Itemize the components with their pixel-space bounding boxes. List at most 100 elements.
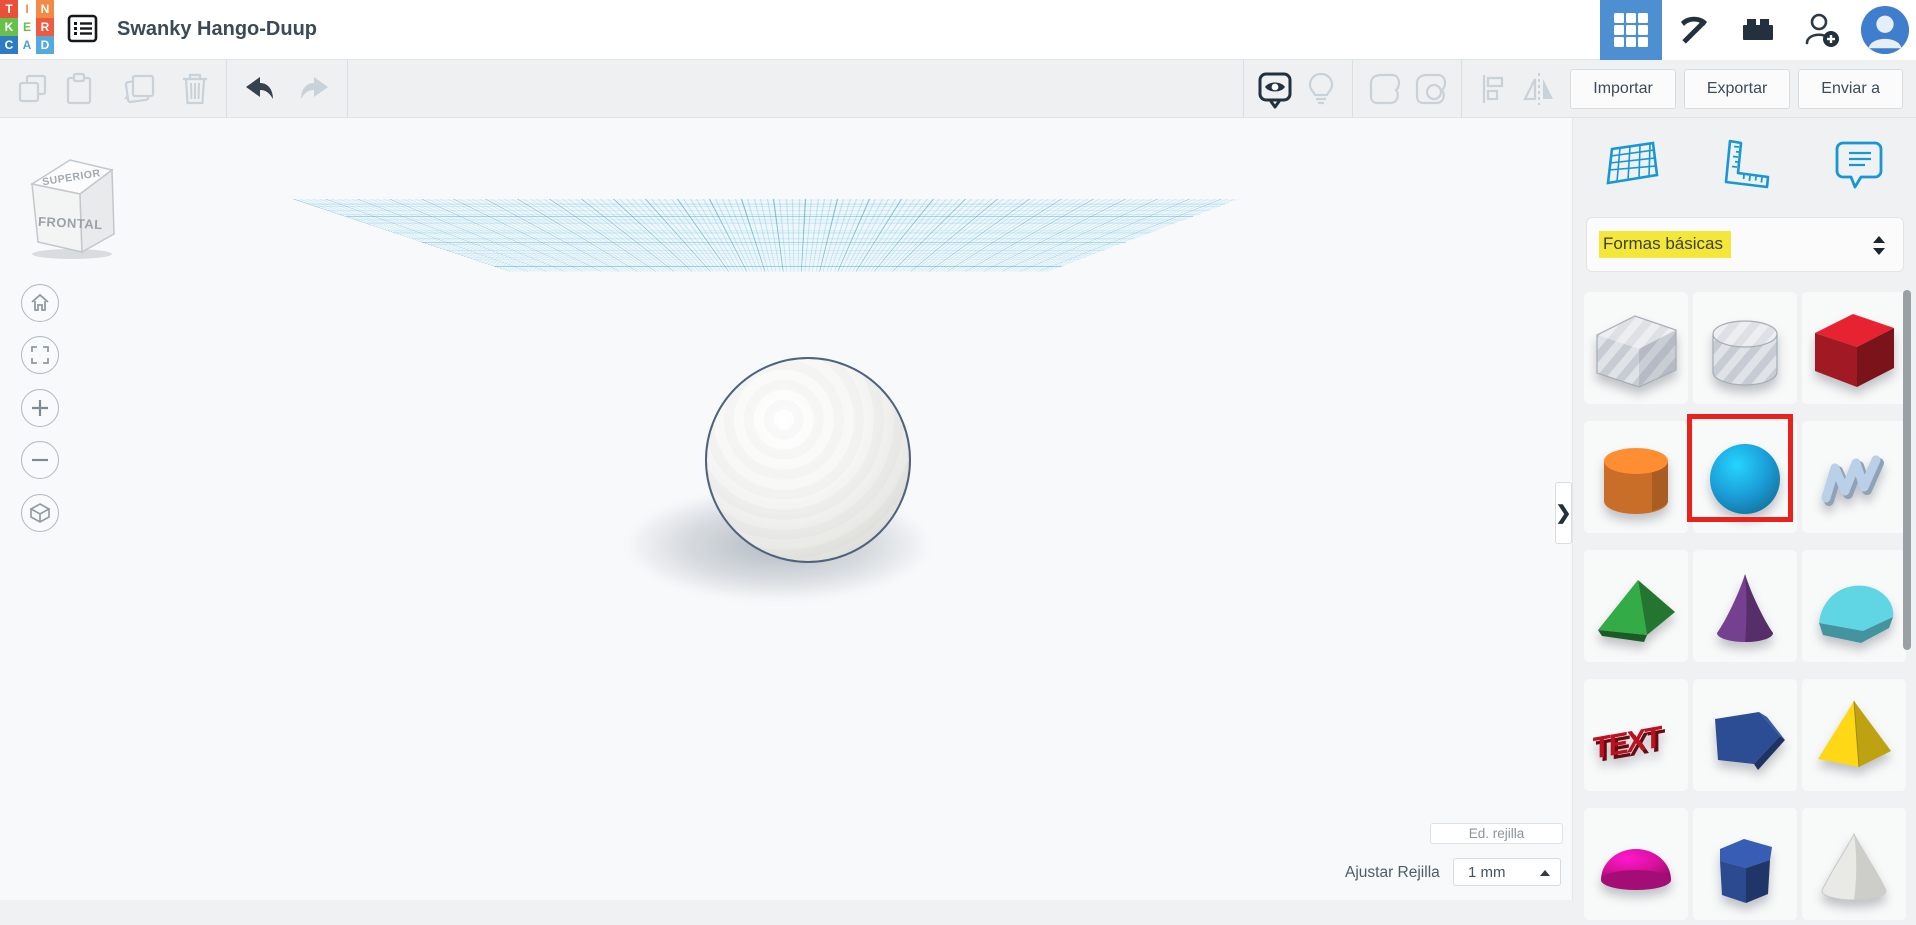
separator xyxy=(1352,59,1354,118)
shape-tile-cylinder[interactable] xyxy=(1584,421,1688,533)
minecraft-export-button[interactable] xyxy=(1662,0,1726,60)
copy-icon xyxy=(18,74,47,102)
edit-grid-button[interactable]: Ed. rejilla xyxy=(1430,823,1563,844)
zoom-in-button[interactable] xyxy=(21,389,59,427)
copy-button[interactable] xyxy=(10,66,56,112)
shape-tile-sphere[interactable] xyxy=(1687,414,1797,533)
shape-tile-pyramid[interactable] xyxy=(1802,679,1906,791)
selected-shape-highlight xyxy=(1687,414,1793,522)
snap-grid-select[interactable]: 1 mm xyxy=(1453,858,1561,886)
delete-button[interactable] xyxy=(172,66,218,112)
round-roof-shape-icon xyxy=(1819,585,1894,643)
ruler-tool-icon xyxy=(1724,139,1770,189)
separator xyxy=(1243,59,1245,118)
brick-export-button[interactable] xyxy=(1726,0,1790,60)
workplane-view-button[interactable] xyxy=(1252,66,1298,112)
notes-tool-icon xyxy=(1835,141,1883,189)
design-title[interactable]: Swanky Hango-Duup xyxy=(117,18,317,41)
lego-brick-icon xyxy=(1743,19,1773,40)
notes-tool-button[interactable] xyxy=(1815,128,1901,200)
redo-button[interactable] xyxy=(293,66,339,112)
roof-shape-icon xyxy=(1598,580,1675,642)
add-person-button[interactable] xyxy=(1790,0,1854,60)
shape-tile-text[interactable]: TEXT TEXT xyxy=(1584,679,1688,791)
shape-tile-half-sphere[interactable] xyxy=(1584,808,1688,920)
tinkercad-logo[interactable]: TINKERCAD xyxy=(0,0,54,54)
edit-toolbar: Importar Exportar Enviar a xyxy=(0,59,1916,118)
paraboloid-shape-icon xyxy=(1821,832,1887,901)
shape-category-select[interactable]: Formas básicas xyxy=(1586,217,1904,272)
shape-tile-hex-prism[interactable] xyxy=(1693,808,1797,920)
logo-tile-D: D xyxy=(36,36,54,54)
home-view-button[interactable] xyxy=(21,284,59,322)
shape-tile-scribble[interactable] xyxy=(1802,421,1906,533)
mirror-icon xyxy=(1523,72,1554,105)
dashboard-grid-button[interactable] xyxy=(1600,0,1662,60)
shape-tile-cone[interactable] xyxy=(1693,550,1797,662)
perspective-toggle-button[interactable] xyxy=(21,494,59,532)
home-icon xyxy=(31,293,49,311)
pickaxe-icon xyxy=(1681,16,1707,44)
duplicate-button[interactable] xyxy=(116,66,162,112)
workplane-view-icon xyxy=(1258,72,1292,108)
workplane-tool-button[interactable] xyxy=(1589,128,1675,200)
ruler-tool-button[interactable] xyxy=(1702,128,1788,200)
logo-tile-R: R xyxy=(36,18,54,36)
redo-icon xyxy=(301,76,328,99)
shape-gallery: TEXT TEXT xyxy=(1584,292,1906,920)
clipboard-group xyxy=(0,59,356,118)
import-button[interactable]: Importar xyxy=(1570,68,1676,109)
my-designs-list-icon[interactable] xyxy=(66,14,100,46)
logo-tile-T: T xyxy=(0,0,18,18)
hole-shape-button[interactable] xyxy=(1407,66,1453,112)
cylinder-shape-icon xyxy=(1604,448,1668,514)
shape-tile-box-hole[interactable] xyxy=(1584,292,1688,404)
zoom-in-icon xyxy=(32,400,48,416)
zoom-out-button[interactable] xyxy=(21,441,59,479)
logo-tile-C: C xyxy=(0,36,18,54)
half-sphere-shape-icon xyxy=(1601,849,1671,890)
shape-tile-round-roof[interactable] xyxy=(1802,550,1906,662)
align-icon xyxy=(1483,74,1504,103)
zoom-out-icon xyxy=(32,458,48,462)
viewport-3d[interactable]: SUPERIOR FRONTAL ❯ Ed. rejilla Ajustar R… xyxy=(0,118,1572,900)
separator xyxy=(1461,59,1463,118)
panel-tools xyxy=(1573,128,1916,200)
send-to-button[interactable]: Enviar a xyxy=(1798,68,1903,109)
trash-icon xyxy=(183,73,207,104)
separator xyxy=(347,59,348,118)
shape-tile-cylinder-hole[interactable] xyxy=(1693,292,1797,404)
box-hole-shape-icon xyxy=(1596,315,1677,388)
fit-view-button[interactable] xyxy=(21,336,59,374)
shape-tile-box[interactable] xyxy=(1802,292,1906,404)
export-button[interactable]: Exportar xyxy=(1683,68,1791,109)
snap-grid-label: Ajustar Rejilla xyxy=(1345,864,1440,881)
solid-shape-icon xyxy=(1370,73,1401,104)
cone-shape-icon xyxy=(1717,574,1773,642)
align-button[interactable] xyxy=(1470,66,1516,112)
perspective-icon xyxy=(29,503,51,523)
solid-shape-button[interactable] xyxy=(1361,66,1407,112)
panel-collapse-handle[interactable]: ❯ xyxy=(1555,482,1572,544)
logo-tile-A: A xyxy=(18,36,36,54)
workplane-grid[interactable] xyxy=(293,199,1240,272)
sphere-object[interactable] xyxy=(705,357,911,563)
shape-tile-roof[interactable] xyxy=(1584,550,1688,662)
light-bulb-button[interactable] xyxy=(1298,66,1344,112)
undo-button[interactable] xyxy=(235,66,281,112)
panel-scrollbar[interactable] xyxy=(1903,290,1911,650)
pyramid-shape-icon xyxy=(1818,700,1891,768)
account-avatar[interactable] xyxy=(1854,0,1916,60)
box-shape-icon xyxy=(1815,314,1894,387)
avatar-icon xyxy=(1860,5,1910,55)
paste-button[interactable] xyxy=(56,66,102,112)
mirror-button[interactable] xyxy=(1516,66,1562,112)
list-icon xyxy=(67,14,98,43)
header-actions xyxy=(1600,0,1916,60)
snap-grid-value: 1 mm xyxy=(1468,863,1506,881)
shape-tile-polygon[interactable] xyxy=(1693,679,1797,791)
cylinder-hole-shape-icon xyxy=(1712,320,1778,386)
separator xyxy=(226,59,227,118)
shape-tile-paraboloid[interactable] xyxy=(1802,808,1906,920)
view-cube[interactable]: SUPERIOR FRONTAL xyxy=(22,148,122,262)
